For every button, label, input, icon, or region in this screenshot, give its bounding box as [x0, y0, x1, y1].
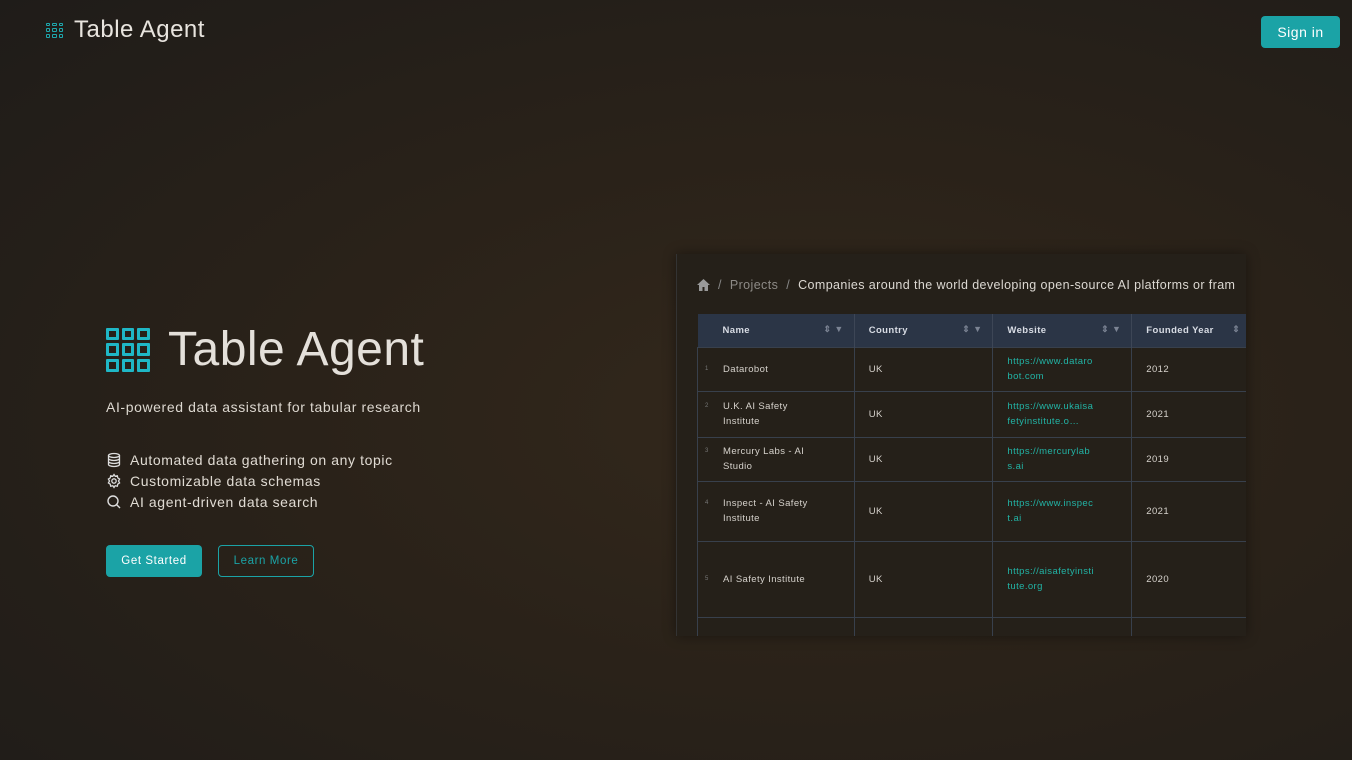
- website-link[interactable]: https://www.inspect.ai: [1007, 496, 1095, 526]
- learn-more-button[interactable]: Learn More: [218, 545, 314, 577]
- get-started-button[interactable]: Get Started: [106, 545, 202, 577]
- feature-item: Customizable data schemas: [106, 470, 424, 491]
- row-number: 2: [705, 403, 709, 409]
- cell: [992, 616, 1133, 636]
- top-bar: Table Agent Sign in: [0, 0, 1352, 64]
- cell-founded-year: 2021: [1131, 390, 1246, 438]
- cell-founded-year: 2020: [1131, 540, 1246, 618]
- table-row[interactable]: 1 Datarobot UK https://www.datarobot.com …: [697, 346, 1246, 392]
- website-link[interactable]: https://aisafetyinstitute.org: [1007, 564, 1095, 594]
- table-grid-icon: [106, 327, 150, 372]
- name-text: U.K. AI Safety Institute: [723, 401, 788, 427]
- table-row[interactable]: 4 Inspect - AI Safety Institute UK https:…: [697, 480, 1246, 542]
- feature-list: Automated data gathering on any topic Cu…: [106, 449, 424, 512]
- cell-name: 2 U.K. AI Safety Institute: [697, 390, 855, 438]
- breadcrumb: / Projects / Companies around the world …: [697, 278, 1235, 292]
- feature-text: Customizable data schemas: [130, 472, 321, 489]
- table-row: [697, 616, 1246, 636]
- website-link[interactable]: https://mercurylabs.ai: [1007, 444, 1095, 474]
- hero-section: Table Agent AI-powered data assistant fo…: [106, 322, 424, 577]
- brand-logo[interactable]: Table Agent: [46, 16, 205, 44]
- row-number: 3: [705, 448, 709, 454]
- gear-icon: [107, 472, 121, 489]
- website-link[interactable]: https://www.ukaisafetyinstitute.o…: [1007, 399, 1095, 429]
- cell-name: 3 Mercury Labs - AI Studio: [697, 436, 855, 482]
- cell-website-link[interactable]: https://www.inspect.ai: [992, 480, 1133, 542]
- sign-in-button[interactable]: Sign in: [1261, 16, 1340, 48]
- name-text: Inspect - AI Safety Institute: [723, 498, 808, 524]
- name-text: AI Safety Institute: [723, 573, 806, 585]
- cell-founded-year: 2012: [1131, 346, 1246, 392]
- feature-text: AI agent-driven data search: [130, 493, 319, 510]
- cell-name: 5 AI Safety Institute: [697, 540, 855, 618]
- feature-item: Automated data gathering on any topic: [106, 449, 424, 470]
- column-label: Country: [868, 324, 908, 336]
- breadcrumb-separator: /: [786, 278, 791, 292]
- table-row[interactable]: 2 U.K. AI Safety Institute UK https://www…: [697, 390, 1246, 438]
- database-icon: [107, 452, 121, 467]
- sort-filter-icon: ⇕ ▼: [1101, 324, 1122, 334]
- column-header-country[interactable]: Country ⇕ ▼: [853, 314, 993, 347]
- feature-text: Automated data gathering on any topic: [130, 451, 393, 468]
- breadcrumb-projects: Projects: [729, 278, 779, 292]
- tagline: AI-powered data assistant for tabular re…: [106, 399, 421, 415]
- sort-icon: ⇕: [1232, 324, 1241, 334]
- column-label: Founded Year: [1146, 324, 1214, 336]
- cell-website-link[interactable]: https://aisafetyinstitute.org: [992, 540, 1133, 618]
- cell-country: UK: [853, 480, 994, 542]
- table-grid-icon: [46, 22, 63, 38]
- sort-filter-icon: ⇕ ▼: [823, 324, 844, 334]
- row-number: 1: [705, 365, 709, 372]
- column-header-name[interactable]: Name ⇕ ▼: [697, 314, 855, 347]
- cell: [697, 616, 855, 636]
- app-name: Table Agent: [74, 16, 205, 43]
- cell-website-link[interactable]: https://mercurylabs.ai: [992, 436, 1133, 482]
- name-text: Datarobot: [723, 363, 769, 375]
- column-label: Name: [722, 324, 750, 336]
- row-number: 5: [705, 575, 709, 582]
- cell-country: UK: [853, 346, 994, 392]
- cell-country: UK: [853, 390, 994, 438]
- cell-country: UK: [853, 540, 994, 618]
- search-icon: [107, 494, 121, 508]
- cell-founded-year: 2021: [1131, 480, 1246, 542]
- cell-founded-year: 2019: [1131, 436, 1246, 482]
- name-text: Mercury Labs - AI Studio: [723, 446, 805, 472]
- table-row[interactable]: 5 AI Safety Institute UK https://aisafety…: [697, 540, 1246, 618]
- cell: [1131, 616, 1246, 636]
- breadcrumb-current: Companies around the world developing op…: [798, 278, 1236, 292]
- cell-name: 4 Inspect - AI Safety Institute: [697, 480, 855, 542]
- feature-item: AI agent-driven data search: [106, 491, 424, 512]
- breadcrumb-separator: /: [718, 278, 722, 292]
- website-link[interactable]: https://www.datarobot.com: [1007, 354, 1095, 384]
- hero-title: Table Agent: [168, 323, 425, 376]
- column-label: Website: [1007, 324, 1047, 336]
- cell-name: 1 Datarobot: [697, 346, 855, 392]
- row-number: 4: [705, 500, 709, 506]
- cell-website-link[interactable]: https://www.ukaisafetyinstitute.o…: [992, 390, 1133, 438]
- data-table: Name ⇕ ▼ Country ⇕ ▼ Website ⇕ ▼ Founded Ye…: [697, 314, 1246, 636]
- column-header-founded-year[interactable]: Founded Year ⇕: [1131, 314, 1246, 347]
- home-icon: [697, 279, 710, 291]
- cell-website-link[interactable]: https://www.datarobot.com: [992, 346, 1133, 392]
- table-row[interactable]: 3 Mercury Labs - AI Studio UK https://mer…: [697, 436, 1246, 482]
- product-screenshot: / Projects / Companies around the world …: [676, 254, 1246, 636]
- cell-country: UK: [853, 436, 994, 482]
- sort-filter-icon: ⇕ ▼: [962, 324, 983, 334]
- cell: [853, 616, 994, 636]
- column-header-website[interactable]: Website ⇕ ▼: [992, 314, 1132, 347]
